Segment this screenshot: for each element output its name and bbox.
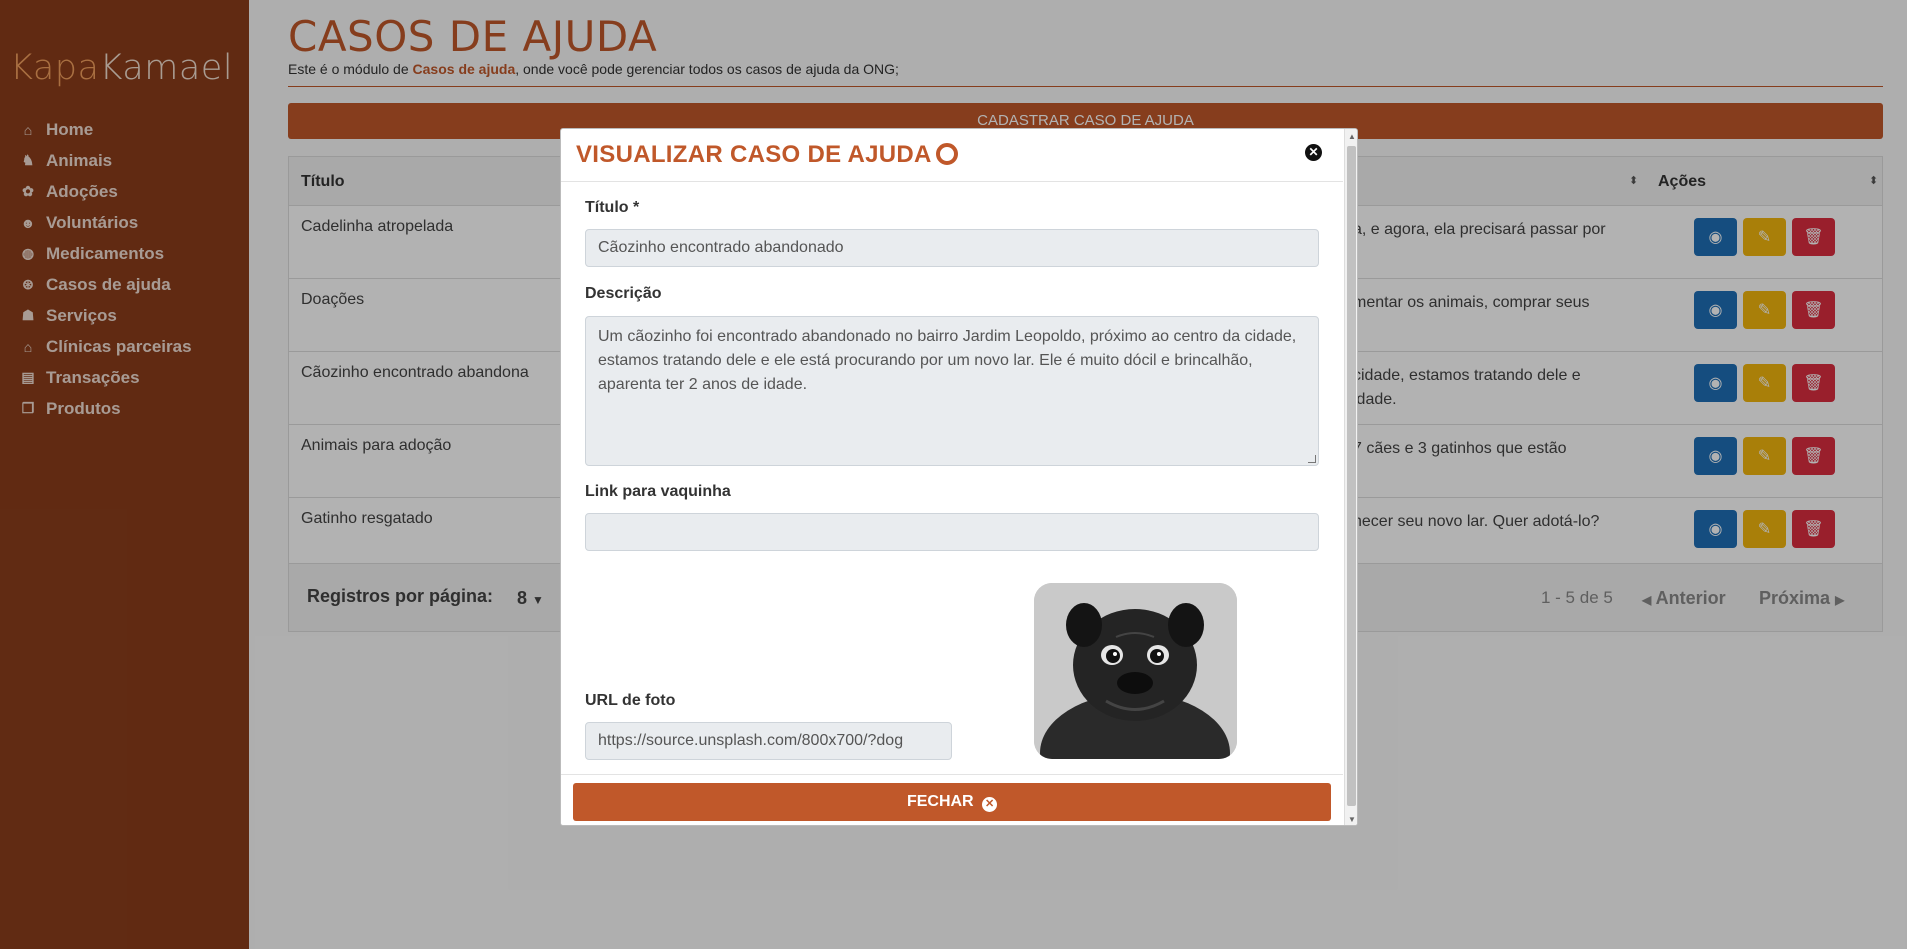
close-icon[interactable]: ✕ [1305, 144, 1322, 161]
modal-title: VISUALIZAR CASO DE AJUDA [576, 141, 958, 169]
pug-image [1034, 583, 1237, 759]
photo-url-label: URL de foto [585, 692, 676, 709]
title-field[interactable]: Cãozinho encontrado abandonado [585, 229, 1319, 267]
resize-handle[interactable] [1308, 455, 1316, 463]
modal-scrollbar[interactable]: ▲ ▼ [1344, 129, 1357, 825]
description-label: Descrição [585, 285, 662, 302]
scrollbar-thumb[interactable] [1347, 146, 1356, 806]
close-modal-button[interactable]: FECHAR ✕ [573, 783, 1331, 821]
modal-header: VISUALIZAR CASO DE AJUDA ✕ [561, 129, 1343, 182]
description-field[interactable]: Um cãozinho foi encontrado abandonado no… [585, 316, 1319, 466]
fundraiser-link-field[interactable] [585, 513, 1319, 551]
scroll-down-icon[interactable]: ▼ [1348, 815, 1356, 824]
dog-photo [1034, 583, 1237, 759]
lifebuoy-icon [935, 143, 958, 165]
view-case-modal: VISUALIZAR CASO DE AJUDA ✕ Título * Cãoz… [560, 128, 1358, 826]
modal-footer: FECHAR ✕ [561, 774, 1343, 825]
photo-url-field[interactable]: https://source.unsplash.com/800x700/?dog [585, 722, 952, 760]
scroll-up-icon[interactable]: ▲ [1348, 132, 1356, 141]
close-circle-icon: ✕ [982, 797, 998, 812]
title-label: Título * [585, 199, 640, 216]
fundraiser-link-label: Link para vaquinha [585, 483, 731, 500]
